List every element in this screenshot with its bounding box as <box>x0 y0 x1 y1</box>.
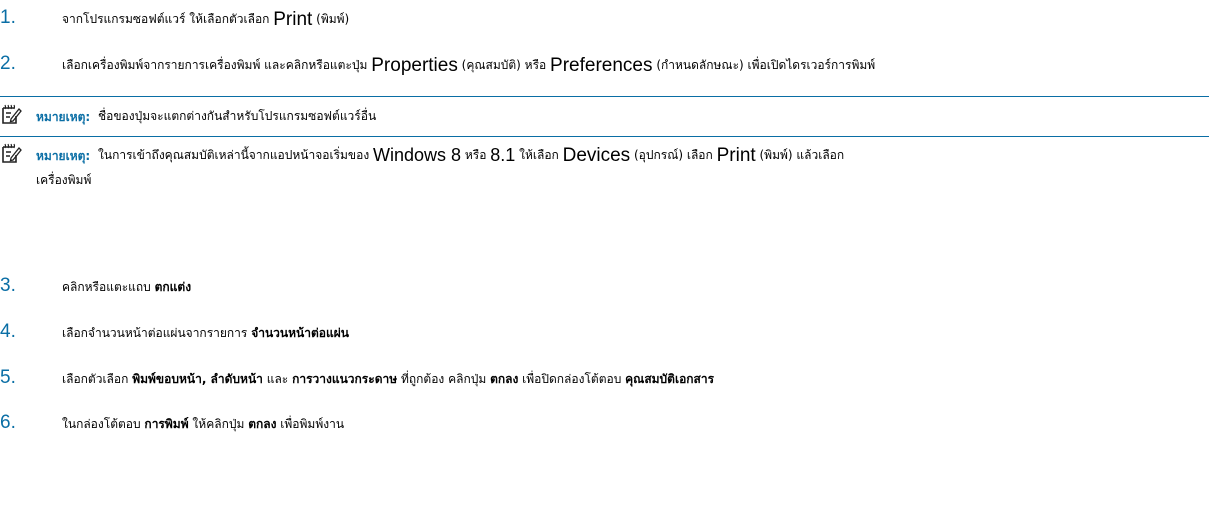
note-pencil-icon <box>2 104 22 124</box>
step-text: คลิกหรือแตะแถบ ตกแต่ง <box>62 280 192 294</box>
note-label: หมายเหตุ: <box>36 149 91 163</box>
step-text: จากโปรแกรมซอฟต์แวร์ ให้เลือกตัวเลือก Pri… <box>62 9 350 30</box>
note-text-continued: เครื่องพิมพ์ <box>36 173 92 187</box>
step-text: เลือกจำนวนหน้าต่อแผ่นจากรายการ จำนวนหน้า… <box>62 326 349 340</box>
step-number: 2. <box>0 53 16 74</box>
step-number: 5. <box>0 367 16 388</box>
step-number: 6. <box>0 412 16 433</box>
note-label: หมายเหตุ: <box>36 110 91 124</box>
step-number: 4. <box>0 321 16 342</box>
step-number: 3. <box>0 275 16 296</box>
note-pencil-icon <box>2 143 22 163</box>
step-text: เลือกตัวเลือก พิมพ์ขอบหน้า, ลำดับหน้า แล… <box>62 372 715 386</box>
note-divider <box>0 136 1209 137</box>
step-number: 1. <box>0 7 16 28</box>
note-divider <box>0 96 1209 97</box>
note-text: ในการเข้าถึงคุณสมบัติเหล่านี้จากแอปหน้าจ… <box>98 145 845 166</box>
step-text: เลือกเครื่องพิมพ์จากรายการเครื่องพิมพ์ แ… <box>62 55 876 76</box>
note-text: ชื่อของปุ่มจะแตกต่างกันสำหรับโปรแกรมซอฟต… <box>98 109 377 123</box>
step-text: ในกล่องโต้ตอบ การพิมพ์ ให้คลิกปุ่ม ตกลง … <box>62 417 345 431</box>
